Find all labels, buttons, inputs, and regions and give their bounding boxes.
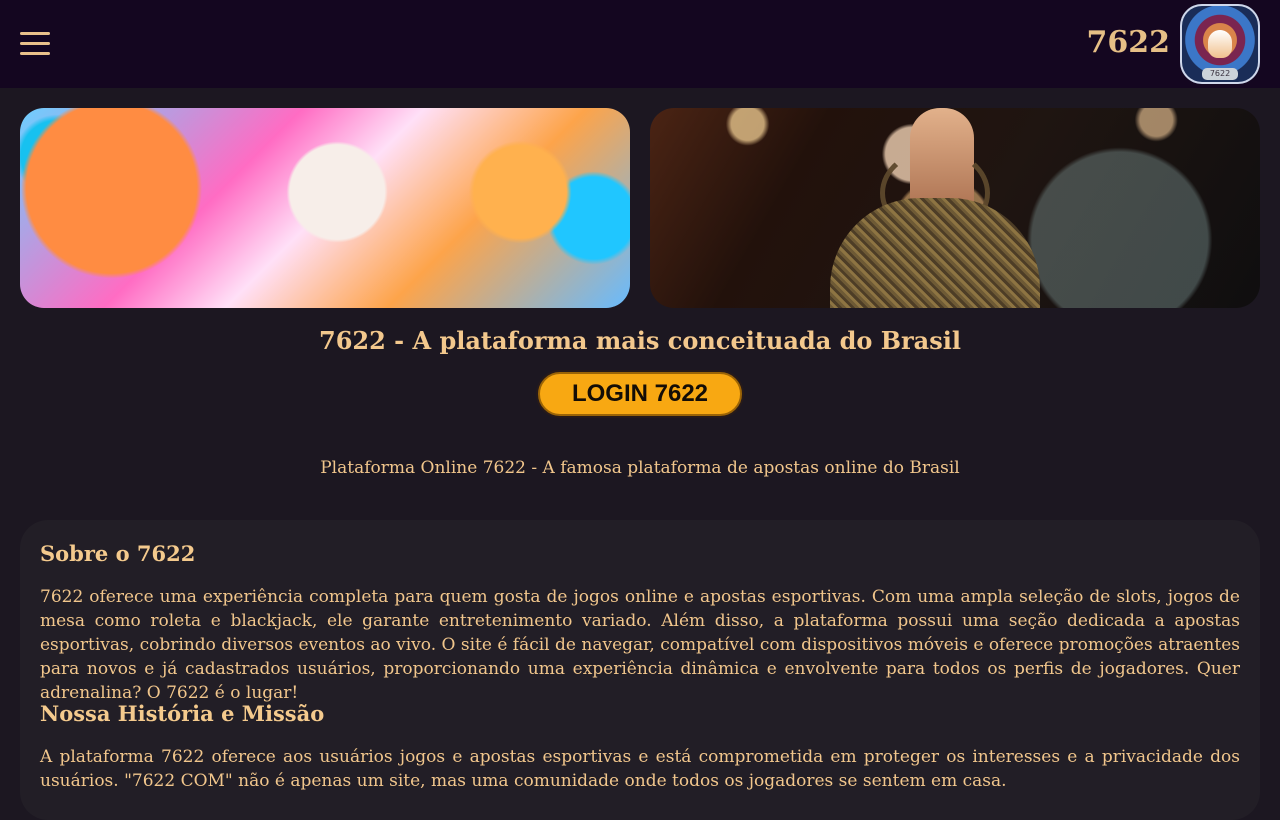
promo-banner-left[interactable] [20,108,630,308]
promo-banner-right[interactable] [650,108,1260,308]
top-bar: 7622 7622 [0,0,1280,88]
tiger-icon [1208,30,1232,58]
menu-icon [20,42,50,45]
site-title: 7622 [1086,25,1171,60]
menu-icon [20,52,50,55]
page-subtitle: Plataforma Online 7622 - A famosa plataf… [320,458,960,478]
login-button[interactable]: LOGIN 7622 [538,372,742,416]
section-body-history: A plataforma 7622 oferece aos usuários j… [40,747,1240,791]
menu-button[interactable] [20,32,50,56]
menu-icon [20,32,50,35]
page-heading: 7622 - A plataforma mais conceituada do … [319,326,961,355]
logo-badge: 7622 [1202,68,1238,80]
section-title-about: Sobre o 7622 [40,541,196,566]
dress-graphic [830,198,1040,308]
section-body-about: 7622 oferece uma experiência completa pa… [40,587,1240,703]
section-title-history: Nossa História e Missão [40,701,325,726]
site-logo[interactable]: 7622 [1180,4,1260,84]
